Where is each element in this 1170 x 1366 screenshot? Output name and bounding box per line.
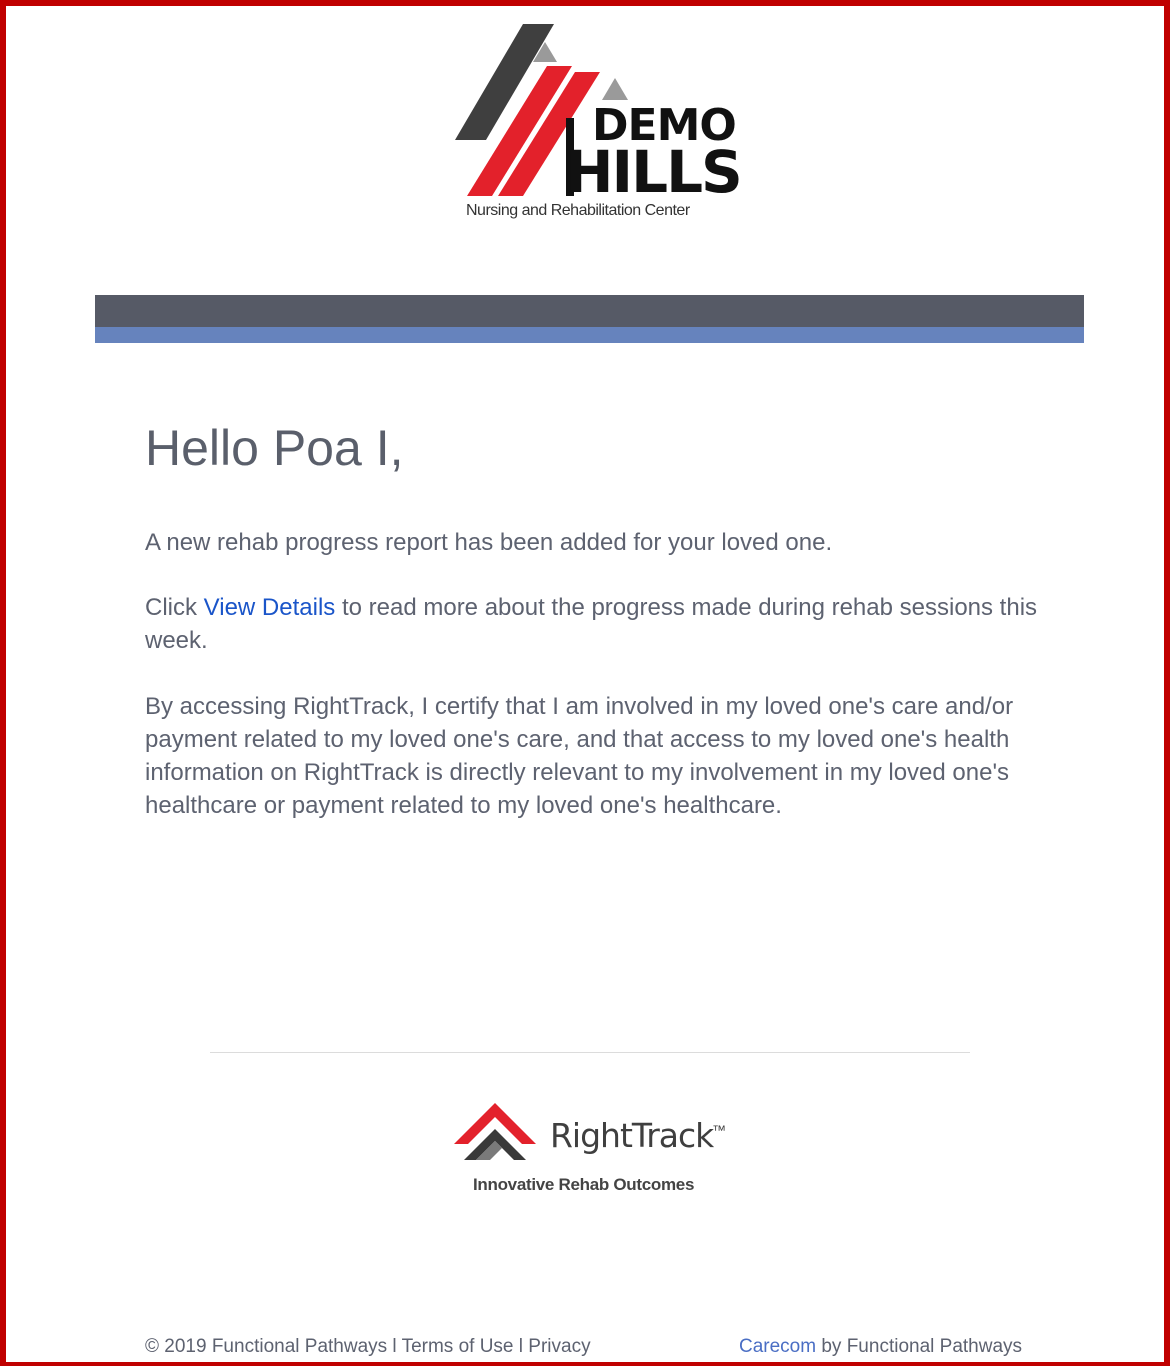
certification-paragraph: By accessing RightTrack, I certify that …	[145, 693, 1014, 819]
view-details-link[interactable]: View Details	[204, 594, 336, 621]
banner-blue-stripe	[95, 327, 1084, 343]
footer-brand: Carecom by Functional Pathways	[739, 1336, 1022, 1358]
view-details-paragraph: Click View Details to read more about th…	[145, 591, 1045, 657]
footer-separator: l	[513, 1336, 529, 1357]
footer-separator: l	[387, 1336, 402, 1357]
view-details-prefix: Click	[145, 594, 204, 621]
carecom-link[interactable]: Carecom	[739, 1336, 816, 1357]
righttrack-name: RightTrack	[550, 1116, 714, 1155]
logo-word-hills: HILLS	[565, 138, 743, 206]
righttrack-chevron-icon	[454, 1103, 536, 1160]
intro-paragraph: A new rehab progress report has been add…	[145, 529, 833, 556]
header-banner	[95, 295, 1084, 343]
footer-copyright: © 2019 Functional Pathways	[145, 1336, 388, 1357]
righttrack-logo: RightTrack ™ Innovative Rehab Outcomes	[450, 1100, 740, 1200]
logo-subtitle: Nursing and Rehabilitation Center	[466, 202, 690, 219]
greeting-heading: Hello Poa I,	[145, 420, 404, 476]
demo-hills-logo: DEMO HILLS Nursing and Rehabilitation Ce…	[450, 20, 743, 230]
righttrack-trademark: ™	[712, 1122, 726, 1138]
footer-legal: © 2019 Functional Pathways l Terms of Us…	[145, 1336, 591, 1358]
footer-by-text: by Functional Pathways	[816, 1336, 1023, 1357]
privacy-link[interactable]: Privacy	[528, 1336, 590, 1357]
righttrack-tagline: Innovative Rehab Outcomes	[473, 1175, 695, 1194]
banner-dark-stripe	[95, 295, 1084, 327]
footer-divider	[210, 1052, 970, 1053]
terms-of-use-link[interactable]: Terms of Use	[402, 1336, 514, 1357]
